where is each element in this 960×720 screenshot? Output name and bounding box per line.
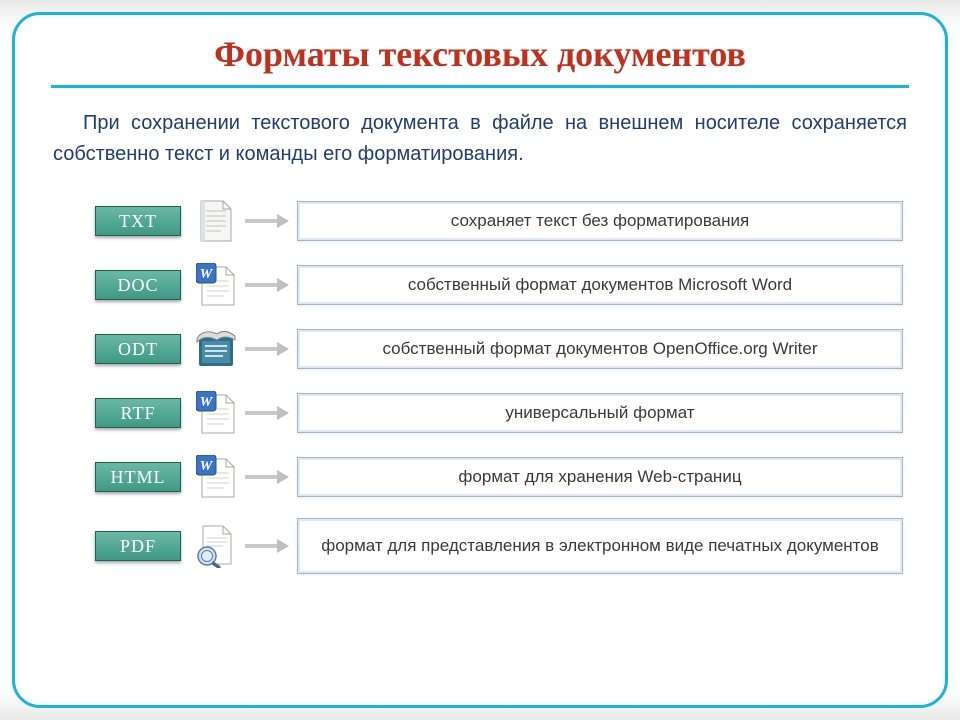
arrow-icon (243, 211, 289, 231)
format-list: TXT сохраняет текст без форматирования D… (51, 198, 909, 574)
desc-rtf-text: универсальный формат (505, 402, 694, 423)
badge-rtf: RTF (95, 398, 181, 428)
row-rtf: RTF W универсальный формат (95, 390, 903, 436)
row-pdf: PDF формат для представления в электронн… (95, 518, 903, 574)
desc-txt-text: сохраняет текст без форматирования (451, 210, 749, 231)
svg-text:W: W (200, 395, 214, 410)
slide-title: Форматы текстовых документов (51, 33, 909, 88)
rtf-file-icon: W (193, 390, 239, 436)
desc-doc-text: собственный формат документов Microsoft … (408, 274, 792, 295)
row-odt: ODT собственный формат документов OpenOf… (95, 326, 903, 372)
badge-pdf: PDF (95, 531, 181, 561)
row-txt: TXT сохраняет текст без форматирования (95, 198, 903, 244)
svg-text:W: W (200, 267, 214, 282)
txt-file-icon (193, 198, 239, 244)
row-html: HTML W формат для хранения Web-страниц (95, 454, 903, 500)
desc-html-text: формат для хранения Web-страниц (458, 466, 741, 487)
badge-odt: ODT (95, 334, 181, 364)
html-file-icon: W (193, 454, 239, 500)
desc-rtf: универсальный формат (297, 393, 903, 433)
desc-pdf: формат для представления в электронном в… (297, 518, 903, 574)
odt-file-icon (193, 326, 239, 372)
arrow-icon (243, 339, 289, 359)
arrow-icon (243, 403, 289, 423)
doc-file-icon: W (193, 262, 239, 308)
desc-txt: сохраняет текст без форматирования (297, 201, 903, 241)
desc-pdf-text: формат для представления в электронном в… (321, 535, 879, 556)
arrow-icon (243, 275, 289, 295)
desc-html: формат для хранения Web-страниц (297, 457, 903, 497)
badge-txt: TXT (95, 206, 181, 236)
pdf-file-icon (193, 523, 239, 569)
desc-doc: собственный формат документов Microsoft … (297, 265, 903, 305)
intro-paragraph: При сохранении текстового документа в фа… (51, 108, 909, 170)
slide-frame: Форматы текстовых документов При сохране… (12, 12, 948, 708)
row-doc: DOC W собственный формат документов Micr… (95, 262, 903, 308)
desc-odt: собственный формат документов OpenOffice… (297, 329, 903, 369)
badge-html: HTML (95, 462, 181, 492)
desc-odt-text: собственный формат документов OpenOffice… (382, 338, 817, 359)
badge-doc: DOC (95, 270, 181, 300)
arrow-icon (243, 467, 289, 487)
svg-text:W: W (200, 459, 214, 474)
arrow-icon (243, 536, 289, 556)
